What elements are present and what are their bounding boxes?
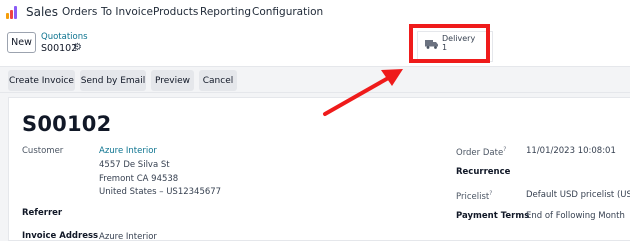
- order-date-label: Order Date?: [456, 146, 507, 158]
- cancel-button[interactable]: Cancel: [199, 70, 237, 91]
- customer-field[interactable]: Azure Interior: [99, 146, 157, 156]
- gear-icon[interactable]: ⚙: [73, 42, 82, 53]
- pricelist-label: Pricelist?: [456, 190, 493, 202]
- help-icon[interactable]: ?: [503, 146, 506, 153]
- address-line-1: 4557 De Silva St: [99, 160, 170, 170]
- nav-configuration[interactable]: Configuration: [252, 6, 323, 18]
- status-bar: Create Invoice Send by Email Preview Can…: [0, 66, 630, 93]
- nav-to-invoice[interactable]: To Invoice: [101, 6, 153, 18]
- highlight-box: [409, 24, 490, 63]
- address-line-3: United States – US12345677: [99, 187, 222, 197]
- breadcrumb-quotations[interactable]: Quotations: [41, 32, 88, 42]
- pricelist-field[interactable]: Default USD pricelist (USD): [526, 190, 630, 200]
- help-icon[interactable]: ?: [489, 190, 492, 197]
- order-title: S00102: [22, 112, 112, 136]
- record-name: S00102: [41, 43, 78, 54]
- nav-orders[interactable]: Orders: [62, 6, 97, 18]
- app-name[interactable]: Sales: [26, 5, 58, 19]
- top-navbar: Sales Orders To Invoice Products Reporti…: [0, 0, 630, 26]
- nav-reporting[interactable]: Reporting: [200, 6, 251, 18]
- order-date-field[interactable]: 11/01/2023 10:08:01: [526, 146, 616, 156]
- invoice-address-label: Invoice Address: [22, 231, 99, 241]
- sales-app-icon[interactable]: [6, 6, 19, 19]
- referrer-label: Referrer: [22, 208, 63, 218]
- preview-button[interactable]: Preview: [151, 70, 194, 91]
- send-by-email-button[interactable]: Send by Email: [80, 70, 146, 91]
- payment-terms-label: Payment Terms: [456, 211, 530, 221]
- invoice-address-field[interactable]: Azure Interior: [99, 232, 157, 241]
- create-invoice-button[interactable]: Create Invoice: [8, 70, 75, 91]
- address-line-2: Fremont CA 94538: [99, 174, 179, 184]
- nav-products[interactable]: Products: [153, 6, 198, 18]
- customer-label: Customer: [22, 146, 64, 156]
- payment-terms-field[interactable]: End of Following Month: [526, 211, 625, 221]
- recurrence-label: Recurrence: [456, 167, 511, 177]
- new-button[interactable]: New: [7, 32, 36, 53]
